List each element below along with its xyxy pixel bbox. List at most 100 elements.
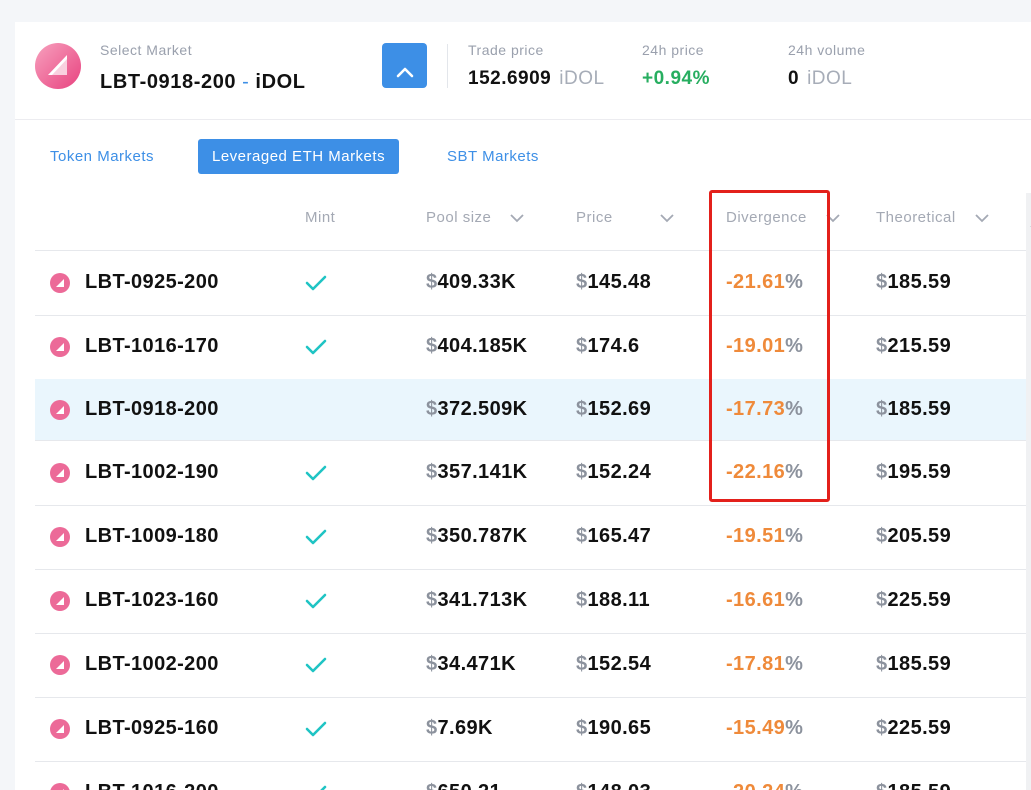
divergence-cell: -17.73% [726,398,803,421]
table-row[interactable]: LBT-1016-170 $404.185K $174.6 -19.01% $215.5… [35,315,1031,380]
table-scrollbar[interactable] [1026,193,1031,790]
pool-size-value: 7.69K [437,717,493,739]
tab-token-markets[interactable]: Token Markets [36,139,168,174]
theoretical-value: 225.59 [887,589,952,611]
currency-symbol: $ [876,589,888,611]
price-value: 148.03 [588,781,652,790]
pool-size-cell: $409.33K [426,271,516,294]
market-header: Select Market LBT-0918-200- iDOL Trade pr… [15,22,1031,120]
market-name: LBT-0918-200 [100,71,237,93]
divergence-cell: -21.61% [726,271,803,294]
market-name-cell: LBT-1016-170 [85,335,219,357]
pool-size-cell: $7.69K [426,717,493,740]
theoretical-cell: $185.59 [876,781,951,790]
table-row[interactable]: LBT-1002-200 $34.471K $152.54 -17.81% $185.5… [35,633,1031,698]
pool-size-cell: $350.787K [426,525,527,548]
check-icon [320,785,327,790]
theoretical-value: 195.59 [887,461,952,483]
column-divergence[interactable]: Divergence [726,209,841,226]
divergence-cell: -20.24% [726,781,803,790]
token-icon [50,337,70,357]
chevron-down-icon [975,213,989,222]
divergence-cell: -19.51% [726,525,803,548]
price-value: 145.48 [587,271,652,293]
theoretical-value: 205.59 [887,525,952,547]
divergence-cell: -19.01% [726,335,803,358]
divergence-value: -16.61 [726,589,786,611]
table-row[interactable]: LBT-0925-200 $409.33K $145.48 -21.61% $185.5… [35,251,1031,316]
trade-price-number: 152.6909 [468,68,552,89]
column-pool-size[interactable]: Pool size [426,209,525,226]
market-name-cell: LBT-0925-200 [85,271,219,293]
column-theoretical[interactable]: Theoretical [876,209,990,226]
currency-symbol: $ [576,589,588,611]
divergence-value: -15.49 [726,717,786,739]
theoretical-value: 185.59 [887,271,952,293]
price-cell: $188.11 [576,589,650,612]
tab-sbt-markets[interactable]: SBT Markets [433,139,553,174]
price-cell: $190.65 [576,717,651,740]
price-cell: $174.6 [576,335,640,358]
price-cell: $148.03 [576,781,651,790]
table-row[interactable]: LBT-1002-190 $357.141K $152.24 -22.16% $195.… [35,440,1031,506]
percent-symbol: % [785,461,804,483]
divergence-value: -21.61 [726,271,786,293]
token-icon [50,400,70,420]
theoretical-cell: $185.59 [876,653,951,676]
pool-size-value: 350.787K [437,525,528,547]
currency-symbol: $ [426,461,438,483]
market-toggle-button[interactable] [382,43,427,88]
percent-symbol: % [785,525,804,547]
price-value: 174.6 [587,335,640,357]
table-row[interactable]: LBT-0918-200 $372.509K $152.69 -17.73% $185.… [35,379,1031,441]
theoretical-cell: $185.59 [876,271,951,294]
theoretical-cell: $225.59 [876,717,951,740]
divergence-value: -19.01 [726,335,786,357]
check-icon [305,721,327,737]
theoretical-cell: $205.59 [876,525,951,548]
divergence-value: -19.51 [726,525,786,547]
column-divergence-label: Divergence [726,209,807,226]
selected-market-name[interactable]: LBT-0918-200- iDOL [100,71,306,94]
token-icon [50,655,70,675]
divergence-value: -22.16 [726,461,786,483]
theoretical-value: 215.59 [887,335,952,357]
currency-symbol: $ [876,398,888,420]
token-icon [50,273,70,293]
column-price[interactable]: Price [576,209,675,226]
percent-symbol: % [785,717,804,739]
divergence-cell: -15.49% [726,717,803,740]
market-dash: - [242,71,250,93]
table-row[interactable]: LBT-0925-160 $7.69K $190.65 -15.49% $225.59 [35,697,1031,762]
pool-size-value: 409.33K [437,271,516,293]
select-market-label: Select Market [100,42,193,58]
theoretical-cell: $225.59 [876,589,951,612]
check-icon [305,339,327,355]
currency-symbol: $ [576,271,588,293]
divergence-cell: -16.61% [726,589,803,612]
percent-symbol: % [785,589,804,611]
price-value: 165.47 [587,525,652,547]
change-24h-label: 24h price [642,42,705,58]
currency-symbol: $ [426,335,438,357]
table-row[interactable]: LBT-1009-180 $350.787K $165.47 -19.51% $205.… [35,505,1031,570]
check-icon [305,657,327,673]
market-name-cell: LBT-1016-200 [85,781,219,790]
currency-symbol: $ [426,525,438,547]
price-value: 190.65 [587,717,652,739]
currency-symbol: $ [576,717,588,739]
column-pool-size-label: Pool size [426,209,492,226]
tab-leveraged-eth-markets[interactable]: Leveraged ETH Markets [198,139,400,174]
table-row[interactable]: LBT-1016-200$650.21$148.03-20.24%$185.59 [35,761,1031,790]
token-icon [50,591,70,611]
currency-symbol: $ [876,781,888,790]
divergence-cell: -17.81% [726,653,803,676]
table-row[interactable]: LBT-1023-160 $341.713K $188.11 -16.61% $225.… [35,569,1031,634]
pool-size-cell: $404.185K [426,335,527,358]
price-cell: $152.24 [576,461,651,484]
price-cell: $145.48 [576,271,651,294]
pool-size-value: 372.509K [437,398,528,420]
divergence-value: -17.81 [726,653,786,675]
market-name-cell: LBT-1023-160 [85,589,219,611]
price-value: 152.69 [587,398,652,420]
